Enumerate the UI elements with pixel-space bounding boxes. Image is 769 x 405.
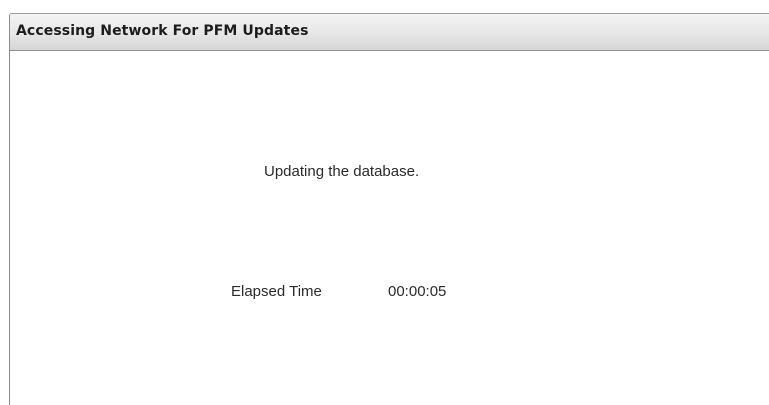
elapsed-time-value: 00:00:05 <box>388 283 447 300</box>
screen: Accessing Network For PFM Updates Updati… <box>0 0 769 405</box>
update-dialog: Accessing Network For PFM Updates Updati… <box>9 13 769 405</box>
status-message: Updating the database. <box>264 163 420 180</box>
dialog-title: Accessing Network For PFM Updates <box>16 23 309 39</box>
elapsed-time-label: Elapsed Time <box>231 283 322 300</box>
dialog-title-bar[interactable]: Accessing Network For PFM Updates <box>10 14 769 51</box>
dialog-content: Updating the database. Elapsed Time 00:0… <box>10 51 769 405</box>
